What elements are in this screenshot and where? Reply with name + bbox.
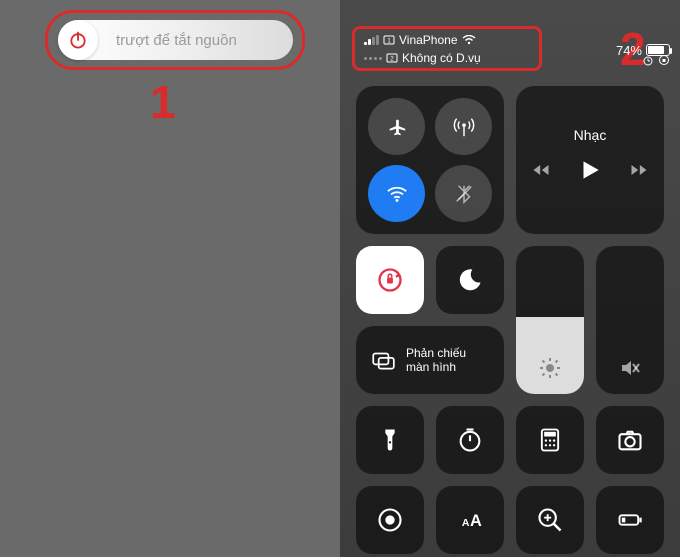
alarm-icon bbox=[642, 54, 654, 66]
sim1-status: 1 VinaPhone bbox=[364, 32, 481, 48]
calculator-icon bbox=[536, 426, 564, 454]
wifi-button[interactable] bbox=[368, 165, 425, 222]
magnifier-icon bbox=[536, 506, 564, 534]
wifi-icon bbox=[462, 35, 476, 45]
camera-icon bbox=[616, 426, 644, 454]
volume-slider[interactable] bbox=[596, 246, 664, 394]
airplane-mode-button[interactable] bbox=[368, 98, 425, 155]
rewind-icon bbox=[531, 160, 551, 180]
power-knob[interactable] bbox=[58, 20, 98, 60]
power-slider-label: trượt để tắt nguồn bbox=[116, 32, 237, 49]
screen-mirroring-button[interactable]: Phản chiếu màn hình bbox=[356, 326, 504, 394]
camera-button[interactable] bbox=[596, 406, 664, 474]
bluetooth-off-icon bbox=[453, 183, 475, 205]
svg-text:A: A bbox=[470, 512, 482, 530]
power-off-screen: trượt để tắt nguồn 1 bbox=[0, 0, 340, 557]
play-icon bbox=[577, 157, 603, 183]
bluetooth-button[interactable] bbox=[435, 165, 492, 222]
timer-button[interactable] bbox=[436, 406, 504, 474]
low-power-button[interactable] bbox=[596, 486, 664, 554]
text-size-button[interactable]: AA bbox=[436, 486, 504, 554]
mute-icon bbox=[618, 356, 642, 380]
cellular-icon bbox=[453, 116, 475, 138]
moon-icon bbox=[456, 266, 484, 294]
sim-icon: 1 bbox=[383, 35, 395, 45]
sim2-status: 2 Không có D.vụ bbox=[364, 50, 481, 66]
music-tile[interactable]: Nhạc bbox=[516, 86, 664, 234]
status-right: 74% bbox=[616, 34, 670, 66]
power-icon bbox=[68, 30, 88, 50]
power-off-slider[interactable]: trượt để tắt nguồn bbox=[58, 20, 293, 60]
screen-mirror-icon bbox=[370, 347, 396, 373]
annotation-label-1: 1 bbox=[150, 75, 176, 129]
record-icon bbox=[376, 506, 404, 534]
sim-icon: 2 bbox=[386, 53, 398, 63]
prev-button[interactable] bbox=[531, 160, 551, 185]
play-button[interactable] bbox=[577, 157, 603, 188]
control-center: 2 1 VinaPhone 2 Không có D.vụ 74% bbox=[340, 0, 680, 557]
next-button[interactable] bbox=[629, 160, 649, 185]
rotation-lock-button[interactable] bbox=[356, 246, 424, 314]
carrier2-label: Không có D.vụ bbox=[402, 51, 481, 65]
lock-rotation-icon bbox=[658, 54, 670, 66]
timer-icon bbox=[456, 426, 484, 454]
text-size-icon: AA bbox=[456, 506, 484, 534]
no-signal-icon bbox=[364, 57, 382, 60]
sun-icon bbox=[538, 356, 562, 380]
battery-low-icon bbox=[616, 506, 644, 534]
dnd-button[interactable] bbox=[436, 246, 504, 314]
calculator-button[interactable] bbox=[516, 406, 584, 474]
music-title: Nhạc bbox=[574, 127, 607, 143]
rotation-lock-icon bbox=[376, 266, 404, 294]
carrier1-label: VinaPhone bbox=[399, 33, 458, 47]
flashlight-icon bbox=[376, 426, 404, 454]
brightness-slider[interactable] bbox=[516, 246, 584, 394]
battery-text: 74% bbox=[616, 43, 642, 58]
status-bar: 1 VinaPhone 2 Không có D.vụ 74% bbox=[350, 32, 670, 66]
cellular-button[interactable] bbox=[435, 98, 492, 155]
airplane-icon bbox=[386, 116, 408, 138]
wifi-icon bbox=[386, 183, 408, 205]
signal-icon bbox=[364, 35, 379, 45]
svg-text:A: A bbox=[462, 517, 470, 529]
forward-icon bbox=[629, 160, 649, 180]
magnifier-button[interactable] bbox=[516, 486, 584, 554]
screen-record-button[interactable] bbox=[356, 486, 424, 554]
flashlight-button[interactable] bbox=[356, 406, 424, 474]
connectivity-tile[interactable] bbox=[356, 86, 504, 234]
screen-mirror-label: Phản chiếu màn hình bbox=[406, 346, 490, 374]
